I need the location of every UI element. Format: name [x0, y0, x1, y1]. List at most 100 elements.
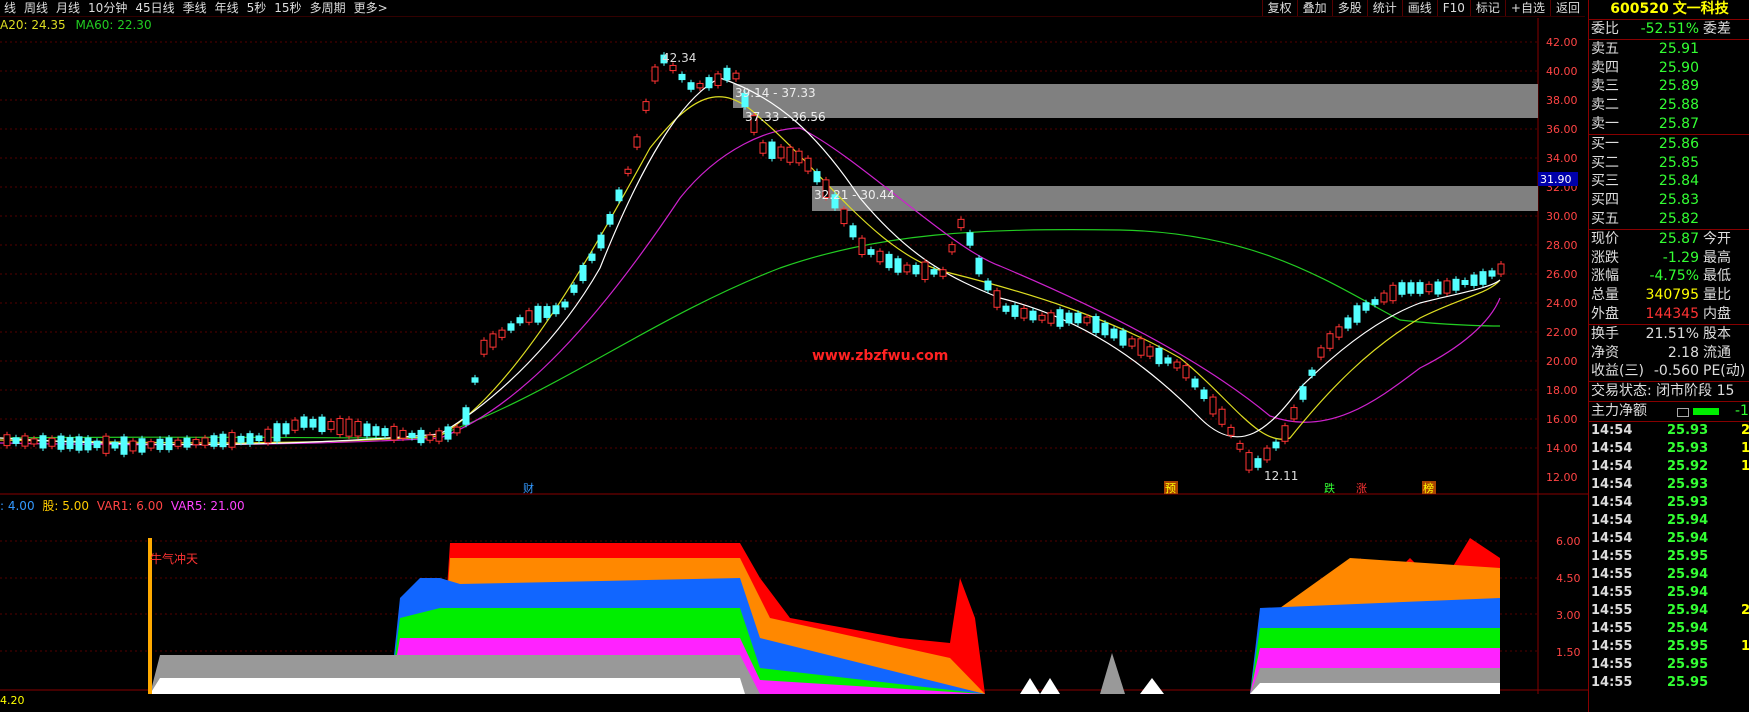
- stat2-row-0-right: 股本: [1703, 325, 1731, 342]
- period-tab-season[interactable]: 季线: [179, 0, 211, 16]
- stat2-row-1-label: 净资: [1591, 344, 1619, 361]
- stat-row-2-value: -4.75%: [1649, 268, 1699, 285]
- candle-body: [147, 441, 155, 449]
- candle-body: [120, 436, 128, 455]
- candle-body: [894, 258, 902, 273]
- main-flow-row[interactable]: 主力净额 -1.: [1589, 402, 1749, 421]
- tool-multistock-button[interactable]: 多股: [1331, 0, 1367, 16]
- candle-body: [1137, 338, 1145, 356]
- tick-time: 14:55: [1591, 638, 1633, 654]
- candle-body: [138, 438, 146, 453]
- tick-price: 25.94: [1667, 584, 1709, 600]
- price-tick-label: 22.00: [1546, 326, 1578, 339]
- candle-body: [1065, 312, 1073, 324]
- price-tick-label: 28.00: [1546, 239, 1578, 252]
- price-tick-label: 34.00: [1546, 152, 1578, 165]
- tool-overlay-button[interactable]: 叠加: [1296, 0, 1332, 16]
- price-tick-label: 40.00: [1546, 65, 1578, 78]
- tick-time: 14:54: [1591, 512, 1633, 528]
- candle-body: [1164, 357, 1172, 364]
- stat-row-4: 外盘 144345 内盘: [1589, 305, 1749, 324]
- tick-time: 14:55: [1591, 566, 1633, 582]
- period-tab-45day[interactable]: 45日线: [131, 0, 178, 16]
- period-tab-15sec[interactable]: 15秒: [270, 0, 305, 16]
- price-tick-label: 36.00: [1546, 123, 1578, 136]
- tool-f10-button[interactable]: F10: [1436, 0, 1470, 16]
- candle-body: [1146, 346, 1154, 357]
- tick-price: 25.95: [1667, 638, 1709, 654]
- candle-body: [1290, 407, 1298, 420]
- candle-body: [462, 407, 470, 425]
- tool-back-button[interactable]: 返回: [1549, 0, 1585, 16]
- stat2-row-2-right: PE(动): [1703, 363, 1746, 380]
- candle-body: [723, 67, 731, 81]
- candle-body: [1488, 270, 1496, 277]
- bid-row-4-label: 买四: [1591, 192, 1619, 209]
- kline-chart[interactable]: 42.0040.0038.0036.0034.0032.0030.0028.00…: [0, 18, 1588, 712]
- tick-row: 14:55 25.94: [1589, 566, 1749, 584]
- bid-row-1-value: 25.86: [1658, 135, 1699, 152]
- ask-row-1: 卖一 25.87: [1589, 115, 1749, 134]
- ask-row-2-value: 25.88: [1658, 97, 1699, 114]
- tick-time: 14:55: [1591, 674, 1633, 690]
- candle-body: [372, 426, 380, 436]
- stat-row-3-right: 量比: [1703, 287, 1731, 304]
- candle-body: [1407, 282, 1415, 294]
- tick-time: 14:55: [1591, 602, 1633, 618]
- candle-body: [759, 142, 767, 154]
- candle-body: [1020, 307, 1028, 319]
- period-tab-multi[interactable]: 多周期: [306, 0, 350, 16]
- period-tab-day[interactable]: 线: [0, 0, 20, 16]
- gap2-label: 37.33 - 36.56: [745, 110, 826, 124]
- candle-body: [201, 437, 209, 446]
- flow-menu-icon[interactable]: [1677, 407, 1689, 417]
- period-tab-year[interactable]: 年线: [211, 0, 243, 16]
- period-tab-5sec[interactable]: 5秒: [243, 0, 271, 16]
- candle-body: [1299, 386, 1307, 400]
- candle-body: [408, 432, 416, 438]
- webi-value: -52.51%: [1640, 21, 1699, 37]
- candle-body: [1326, 333, 1334, 349]
- period-tab-month[interactable]: 月线: [52, 0, 84, 16]
- tool-add-watchlist-button[interactable]: +自选: [1504, 0, 1550, 16]
- tool-stats-button[interactable]: 统计: [1366, 0, 1402, 16]
- stat-row-0-label: 现价: [1591, 230, 1619, 247]
- candle-body: [426, 434, 434, 441]
- bid-row-5-value: 25.82: [1658, 210, 1699, 227]
- candle-body: [471, 377, 479, 383]
- tool-mark-button[interactable]: 标记: [1469, 0, 1505, 16]
- tick-row: 14:55 25.94: [1589, 584, 1749, 602]
- candle-body: [336, 418, 344, 436]
- candle-body: [804, 157, 812, 172]
- candle-body: [345, 418, 353, 437]
- candle-body: [777, 146, 785, 159]
- candle-body: [57, 435, 65, 450]
- tick-row: 14:55 25.95: [1589, 674, 1749, 692]
- candle-body: [561, 301, 569, 308]
- period-tab-week[interactable]: 周线: [20, 0, 52, 16]
- tick-time: 14:55: [1591, 620, 1633, 636]
- candle-body: [1443, 280, 1451, 294]
- quote-panel: 600520 文一科技 委比 -52.51% 委差 卖五 25.91 卖四 25.90 卖…: [1588, 0, 1749, 712]
- stock-title: 600520 文一科技: [1589, 0, 1749, 20]
- tool-draw-button[interactable]: 画线: [1401, 0, 1437, 16]
- stat2-row-2: 收益(三) -0.560 PE(动): [1589, 362, 1749, 381]
- candle-body: [156, 438, 164, 450]
- candle-body: [642, 101, 650, 111]
- period-tab-10min[interactable]: 10分钟: [84, 0, 131, 16]
- price-tick-label: 26.00: [1546, 268, 1578, 281]
- period-tab-more[interactable]: 更多>: [350, 0, 392, 16]
- price-tick-label: 16.00: [1546, 413, 1578, 426]
- candle-body: [498, 329, 506, 338]
- candle-body: [129, 440, 137, 452]
- ask-row-5: 卖五 25.91: [1589, 40, 1749, 59]
- candle-body: [21, 435, 29, 447]
- stat-row-1-right: 最高: [1703, 249, 1731, 266]
- candle-body: [12, 437, 20, 444]
- main-flow-value: -1.: [1735, 402, 1749, 419]
- candle-body: [75, 436, 83, 451]
- ind-tick-label: 1.50: [1556, 646, 1581, 659]
- candle-body: [1389, 284, 1397, 302]
- tick-volume: 1: [1741, 458, 1749, 474]
- tool-fuquan-button[interactable]: 复权: [1261, 0, 1297, 16]
